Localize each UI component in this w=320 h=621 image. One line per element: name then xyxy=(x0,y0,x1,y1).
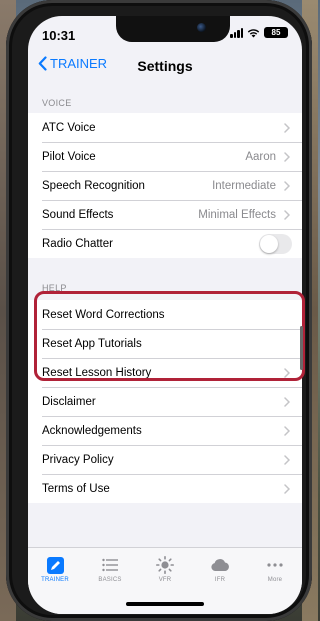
pencil-icon xyxy=(30,556,80,574)
tab-label: VFR xyxy=(158,577,172,583)
notch xyxy=(116,16,230,42)
home-indicator xyxy=(126,602,204,606)
tab-bar: TRAINER BASICS VFR IFR More xyxy=(28,547,302,614)
row-label: Pilot Voice xyxy=(42,150,96,163)
row-speech-recognition[interactable]: Speech Recognition Intermediate xyxy=(28,171,302,200)
scrollbar[interactable] xyxy=(300,326,303,370)
chevron-right-icon xyxy=(280,151,294,162)
chevron-right-icon xyxy=(280,122,294,133)
signal-icon xyxy=(230,27,243,38)
chevron-right-icon xyxy=(280,396,294,407)
list-icon xyxy=(85,556,135,574)
section-header-voice: VOICE xyxy=(42,98,72,108)
tab-vfr[interactable]: VFR xyxy=(140,556,190,583)
phone-frame: 10:31 85 TRAINER Settings VOICE ATC Voic… xyxy=(6,0,312,621)
chevron-right-icon xyxy=(280,180,294,191)
screen: 10:31 85 TRAINER Settings VOICE ATC Voic… xyxy=(28,16,302,614)
chevron-right-icon xyxy=(280,483,294,494)
row-disclaimer[interactable]: Disclaimer xyxy=(28,387,302,416)
row-pilot-voice[interactable]: Pilot Voice Aaron xyxy=(28,142,302,171)
row-acknowledgements[interactable]: Acknowledgements xyxy=(28,416,302,445)
row-value: Intermediate xyxy=(212,179,276,192)
row-terms-of-use[interactable]: Terms of Use xyxy=(28,474,302,503)
row-reset-word-corrections[interactable]: Reset Word Corrections xyxy=(28,300,302,329)
row-label: Acknowledgements xyxy=(42,424,142,437)
row-label: Sound Effects xyxy=(42,208,114,221)
row-atc-voice[interactable]: ATC Voice xyxy=(28,113,302,142)
row-reset-lesson-history[interactable]: Reset Lesson History xyxy=(28,358,302,387)
chevron-right-icon xyxy=(280,425,294,436)
row-sound-effects[interactable]: Sound Effects Minimal Effects xyxy=(28,200,302,229)
row-label: Privacy Policy xyxy=(42,453,114,466)
page-title: Settings xyxy=(137,58,193,74)
tab-ifr[interactable]: IFR xyxy=(195,556,245,583)
ellipsis-icon xyxy=(250,556,300,574)
row-label: Reset Word Corrections xyxy=(42,308,165,321)
row-value: Aaron xyxy=(245,150,276,163)
tab-label: More xyxy=(267,577,283,583)
row-value: Minimal Effects xyxy=(198,208,276,221)
chevron-right-icon xyxy=(280,209,294,220)
navigation-bar: TRAINER Settings xyxy=(28,46,302,90)
row-radio-chatter: Radio Chatter xyxy=(28,229,302,258)
row-label: Terms of Use xyxy=(42,482,110,495)
tab-label: TRAINER xyxy=(41,577,69,583)
row-label: Reset Lesson History xyxy=(42,366,152,379)
chevron-right-icon xyxy=(280,367,294,378)
row-label: Reset App Tutorials xyxy=(42,337,142,350)
row-privacy-policy[interactable]: Privacy Policy xyxy=(28,445,302,474)
tab-trainer[interactable]: TRAINER xyxy=(30,556,80,583)
toggle-knob xyxy=(260,234,278,253)
row-label: Radio Chatter xyxy=(42,237,113,250)
section-header-help: HELP xyxy=(42,283,67,293)
help-settings-group: Reset Word Corrections Reset App Tutoria… xyxy=(28,300,302,503)
wifi-icon xyxy=(247,28,260,37)
sun-icon xyxy=(140,556,190,574)
row-label: Disclaimer xyxy=(42,395,96,408)
status-time: 10:31 xyxy=(42,28,76,43)
row-reset-app-tutorials[interactable]: Reset App Tutorials xyxy=(28,329,302,358)
tab-more[interactable]: More xyxy=(250,556,300,583)
radio-chatter-toggle[interactable] xyxy=(259,233,292,254)
tab-basics[interactable]: BASICS xyxy=(85,556,135,583)
cloud-icon xyxy=(195,556,245,574)
row-label: ATC Voice xyxy=(42,121,96,134)
voice-settings-group: ATC Voice Pilot Voice Aaron Speech Recog… xyxy=(28,113,302,258)
camera-icon xyxy=(197,23,206,32)
row-label: Speech Recognition xyxy=(42,179,145,192)
chevron-right-icon xyxy=(280,454,294,465)
tab-label: BASICS xyxy=(98,577,122,583)
tab-label: IFR xyxy=(214,577,226,583)
battery-icon: 85 xyxy=(264,27,288,38)
